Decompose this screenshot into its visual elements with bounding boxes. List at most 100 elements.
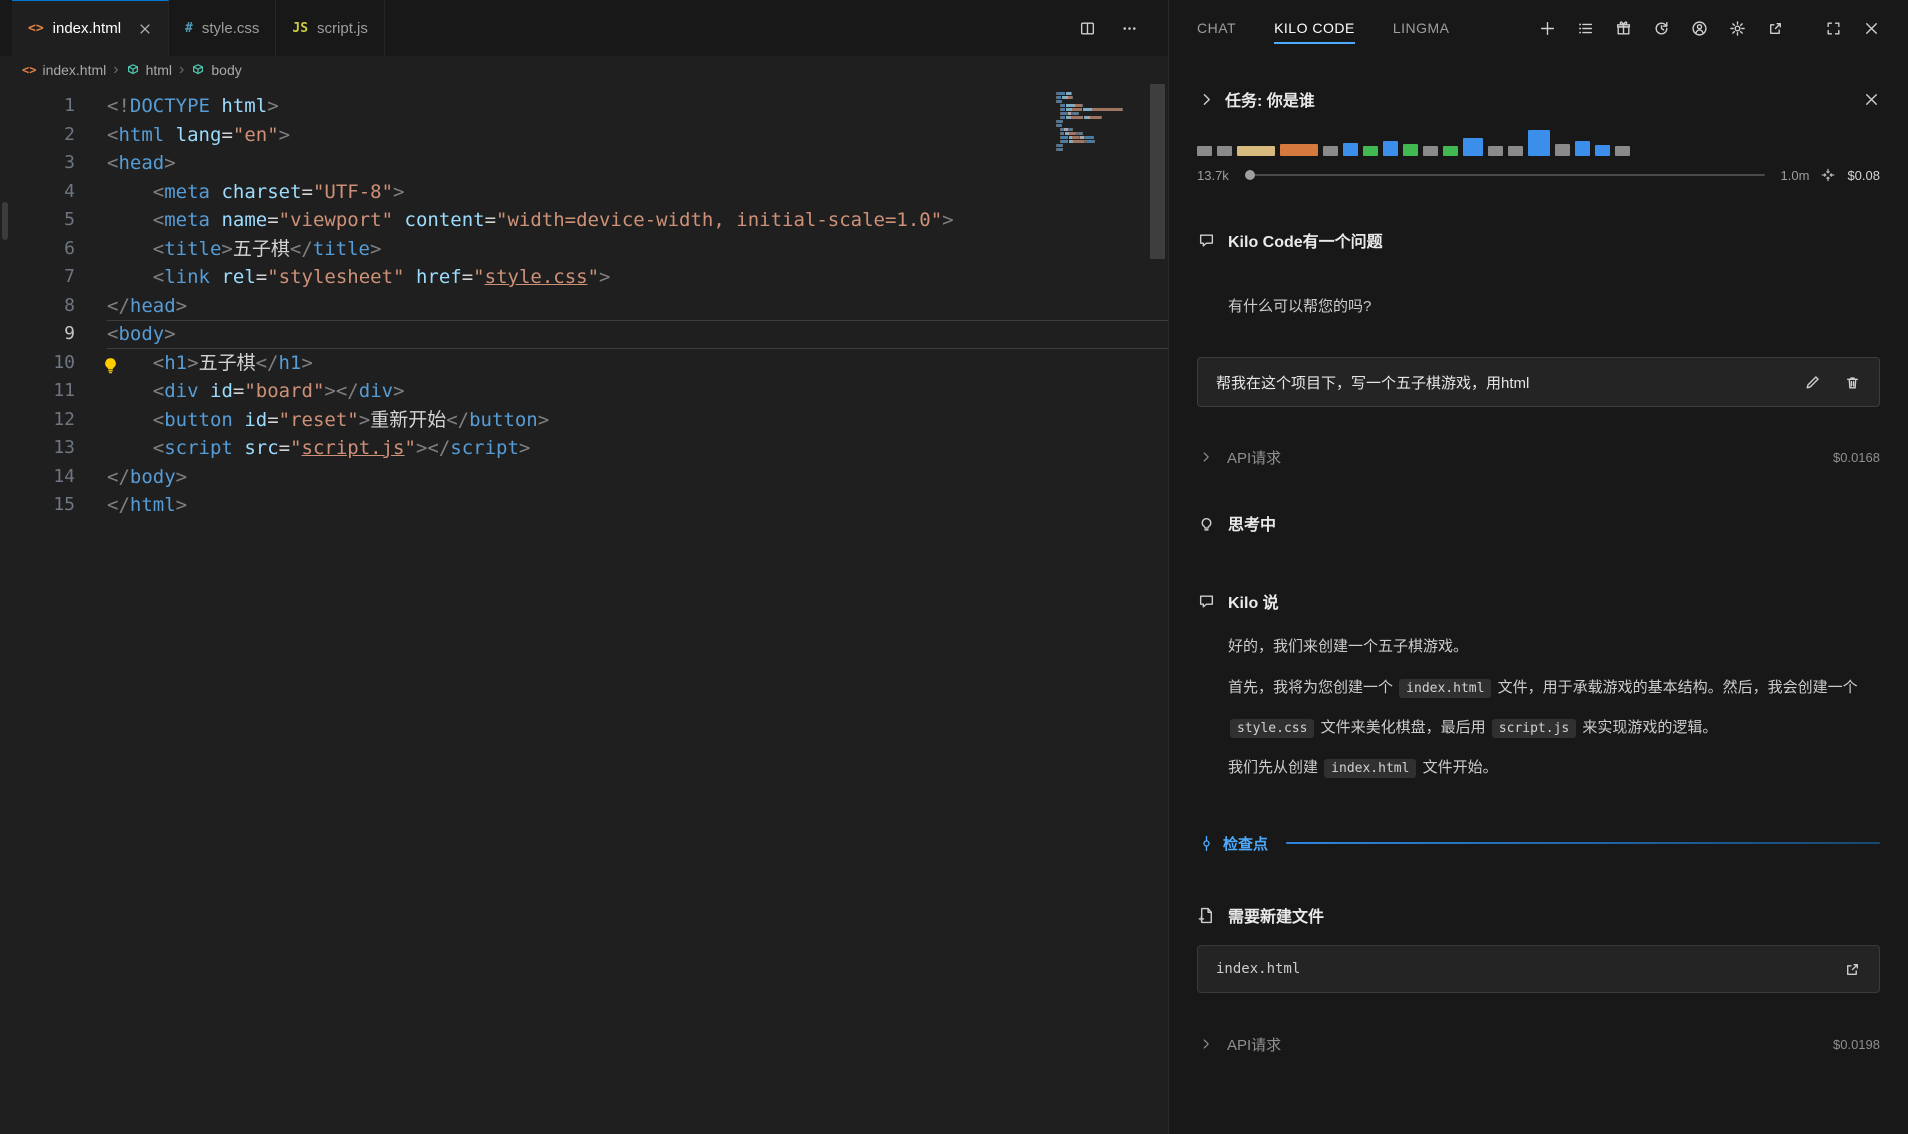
breadcrumb-label: index.html — [42, 62, 106, 78]
code-line[interactable]: 4 <meta charset="UTF-8"> — [0, 178, 1168, 207]
usage-block — [1528, 130, 1550, 156]
line-number: 11 — [0, 377, 107, 406]
breadcrumb-item-html[interactable]: html — [126, 62, 172, 78]
close-icon[interactable] — [1862, 19, 1880, 37]
comment-icon — [1197, 592, 1215, 610]
settings-icon[interactable] — [1728, 19, 1746, 37]
line-number: 9 — [0, 320, 107, 349]
line-number: 2 — [0, 121, 107, 150]
code-line[interactable]: 11 <div id="board"></div> — [0, 377, 1168, 406]
code-line[interactable]: 1<!DOCTYPE html> — [0, 92, 1168, 121]
new-file-section-header: 需要新建文件 — [1197, 903, 1880, 927]
api-request-row[interactable]: API请求 $0.0168 — [1197, 446, 1880, 468]
tab-lingma[interactable]: LINGMA — [1393, 12, 1450, 44]
fullscreen-icon[interactable] — [1824, 19, 1842, 37]
tab-label: index.html — [53, 20, 121, 37]
tab-index-html[interactable]: <> index.html — [12, 0, 169, 56]
new-file-box[interactable]: index.html — [1197, 945, 1880, 993]
code-line[interactable]: 9<body> — [0, 320, 1168, 349]
edit-icon[interactable] — [1803, 373, 1821, 391]
tab-style-css[interactable]: # style.css — [169, 0, 276, 56]
code-line[interactable]: 7 <link rel="stylesheet" href="style.css… — [0, 263, 1168, 292]
split-editor-icon[interactable] — [1078, 19, 1096, 37]
usage-block — [1197, 146, 1212, 156]
new-file-icon — [1197, 906, 1215, 924]
checkpoint-label: 检查点 — [1223, 833, 1268, 854]
api-request-row[interactable]: API请求 $0.0198 — [1197, 1033, 1880, 1055]
breadcrumb: <> index.html › html › body — [0, 56, 1168, 84]
usage-block — [1323, 146, 1338, 156]
editor-pane: <> index.html # style.css JS script.js — [0, 0, 1169, 1134]
history-icon[interactable] — [1652, 19, 1670, 37]
code-line[interactable]: 14</body> — [0, 463, 1168, 492]
token-usage-bar — [1197, 130, 1880, 156]
usage-block — [1508, 146, 1523, 156]
html-file-icon: <> — [22, 63, 36, 77]
symbol-cube-icon — [126, 63, 140, 77]
tab-kilo-code[interactable]: KILO CODE — [1274, 12, 1355, 44]
account-icon[interactable] — [1690, 19, 1708, 37]
task-list-icon[interactable] — [1576, 19, 1594, 37]
external-link-icon[interactable] — [1843, 960, 1861, 978]
code-line[interactable]: 6 <title>五子棋</title> — [0, 235, 1168, 264]
code-line[interactable]: 8</head> — [0, 292, 1168, 321]
code-area[interactable]: 1<!DOCTYPE html>2<html lang="en">3<head>… — [0, 84, 1168, 1134]
checkpoint-row[interactable]: 检查点 — [1197, 831, 1880, 855]
code-line[interactable]: 13 <script src="script.js"></script> — [0, 434, 1168, 463]
task-header[interactable]: 任务: 你是谁 — [1197, 84, 1880, 114]
code-line[interactable]: 12 <button id="reset">重新开始</button> — [0, 406, 1168, 435]
code-line[interactable]: 5 <meta name="viewport" content="width=d… — [0, 206, 1168, 235]
line-number: 13 — [0, 434, 107, 463]
vscode-window: <> index.html # style.css JS script.js — [0, 0, 1908, 1134]
line-number: 7 — [0, 263, 107, 292]
line-number: 14 — [0, 463, 107, 492]
new-file-title: 需要新建文件 — [1228, 903, 1324, 927]
lightbulb-icon[interactable] — [102, 354, 119, 371]
usage-block — [1343, 143, 1358, 156]
question-title: Kilo Code有一个问题 — [1228, 228, 1383, 252]
tab-script-js[interactable]: JS script.js — [276, 0, 385, 56]
breadcrumb-item-body[interactable]: body — [191, 62, 241, 78]
js-file-icon: JS — [292, 21, 308, 36]
total-cost: $0.08 — [1847, 168, 1880, 183]
chevron-right-icon — [1197, 90, 1215, 108]
tab-label: style.css — [202, 20, 260, 37]
code-line[interactable]: 3<head> — [0, 149, 1168, 178]
user-prompt-box[interactable]: 帮我在这个项目下，写一个五子棋游戏，用html — [1197, 357, 1880, 407]
context-slider[interactable] — [1245, 174, 1765, 176]
marketplace-icon[interactable] — [1614, 19, 1632, 37]
plus-icon[interactable] — [1538, 19, 1556, 37]
external-link-icon[interactable] — [1766, 19, 1784, 37]
line-number: 10 — [0, 349, 107, 378]
assistant-paragraph: 首先，我将为您创建一个 index.html 文件，用于承载游戏的基本结构。然后… — [1197, 668, 1880, 748]
editor-tab-bar: <> index.html # style.css JS script.js — [0, 0, 1168, 56]
tokens-used: 13.7k — [1197, 168, 1229, 183]
new-file-name: index.html — [1216, 961, 1300, 977]
close-icon[interactable] — [138, 22, 152, 36]
api-request-cost: $0.0198 — [1833, 1037, 1880, 1052]
prompt-actions — [1803, 373, 1861, 391]
editor-scrollbar[interactable] — [1150, 84, 1165, 259]
usage-block — [1280, 144, 1318, 156]
code-line[interactable]: 15</html> — [0, 491, 1168, 520]
breadcrumb-item-file[interactable]: <> index.html — [22, 62, 106, 78]
assistant-paragraph: 我们先从创建 index.html 文件开始。 — [1197, 748, 1880, 788]
kilo-says-title: Kilo 说 — [1228, 589, 1279, 613]
tab-chat[interactable]: CHAT — [1197, 12, 1236, 44]
more-actions-icon[interactable] — [1120, 19, 1138, 37]
trash-icon[interactable] — [1843, 373, 1861, 391]
breadcrumb-label: html — [146, 62, 172, 78]
code-line[interactable]: 10 <h1>五子棋</h1> — [0, 349, 1168, 378]
question-section-header: Kilo Code有一个问题 — [1197, 228, 1880, 252]
code-line[interactable]: 2<html lang="en"> — [0, 121, 1168, 150]
close-icon[interactable] — [1862, 90, 1880, 108]
usage-block — [1217, 146, 1232, 156]
checkpoint-icon — [1197, 834, 1215, 852]
api-request-label: API请求 — [1227, 447, 1281, 468]
minimap[interactable] — [1056, 92, 1136, 152]
line-number: 6 — [0, 235, 107, 264]
slider-knob[interactable] — [1245, 170, 1255, 180]
checkpoint-line — [1286, 842, 1880, 844]
inline-code-chip: style.css — [1230, 719, 1314, 738]
thinking-section-header: 思考中 — [1197, 511, 1880, 535]
